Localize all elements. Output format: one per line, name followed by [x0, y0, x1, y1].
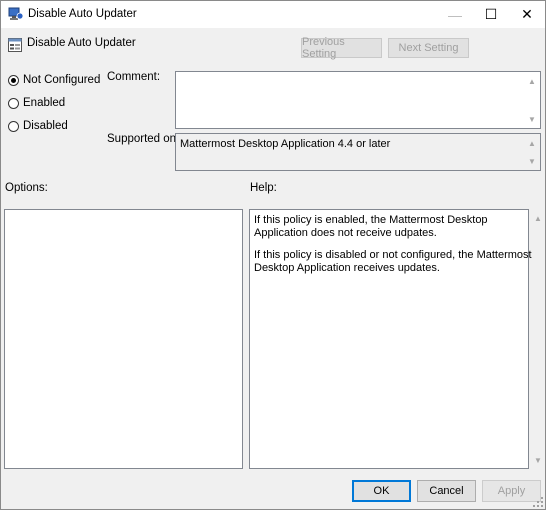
minimize-icon: —: [448, 6, 462, 23]
radio-enabled[interactable]: Enabled: [8, 97, 65, 109]
radio-button-icon[interactable]: [8, 74, 19, 86]
app-icon: [8, 7, 24, 20]
supported-on-field: Mattermost Desktop Application 4.4 or la…: [175, 133, 541, 171]
supported-on-label: Supported on:: [107, 133, 180, 145]
scroll-up-icon[interactable]: ▲: [530, 211, 545, 225]
apply-label: Apply: [497, 485, 526, 497]
policy-setting-icon: [8, 38, 22, 52]
maximize-button[interactable]: ☐: [473, 1, 509, 28]
radio-label-enabled: Enabled: [23, 97, 66, 109]
radio-not-configured[interactable]: Not Configured: [8, 74, 100, 86]
help-label: Help:: [250, 182, 277, 194]
window-title: Disable Auto Updater: [28, 8, 137, 20]
policy-name: Disable Auto Updater: [27, 37, 136, 49]
next-setting-label: Next Setting: [398, 42, 459, 54]
maximize-icon: ☐: [484, 6, 498, 22]
title-bar[interactable]: Disable Auto Updater — ☐ ✕: [1, 1, 545, 28]
options-panel: [4, 209, 243, 469]
close-icon: ✕: [521, 6, 533, 22]
comment-scrollbar[interactable]: ▲ ▼: [524, 72, 540, 128]
options-label: Options:: [5, 182, 48, 194]
minimize-button[interactable]: —: [437, 1, 473, 28]
scroll-up-icon[interactable]: ▲: [524, 136, 540, 150]
comment-label: Comment:: [107, 71, 161, 83]
next-setting-button[interactable]: Next Setting: [388, 38, 469, 58]
radio-button-icon[interactable]: [8, 97, 19, 109]
ok-label: OK: [373, 485, 390, 497]
previous-setting-label: Previous Setting: [302, 36, 345, 60]
help-paragraph: If this policy is disabled or not config…: [254, 249, 532, 274]
scroll-down-icon[interactable]: ▼: [524, 112, 540, 126]
radio-disabled[interactable]: Disabled: [8, 120, 68, 132]
radio-button-icon[interactable]: [8, 120, 19, 132]
cancel-label: Cancel: [429, 485, 464, 497]
help-paragraph: If this policy is enabled, the Mattermos…: [254, 214, 488, 239]
radio-label-not-configured: Not Configured: [23, 74, 101, 86]
scroll-down-icon[interactable]: ▼: [530, 453, 545, 467]
close-button[interactable]: ✕: [509, 1, 545, 28]
supported-on-value: Mattermost Desktop Application 4.4 or la…: [180, 138, 391, 150]
cancel-button[interactable]: Cancel: [417, 480, 476, 502]
radio-label-disabled: Disabled: [23, 120, 68, 132]
radio-selected-dot: [11, 77, 16, 83]
help-panel: If this policy is enabled, the Mattermos…: [249, 209, 532, 469]
comment-field[interactable]: ▲ ▼: [175, 71, 541, 129]
size-grip-icon[interactable]: [533, 497, 543, 507]
help-scrollbar[interactable]: ▲ ▼: [530, 209, 545, 469]
policy-dialog-window: Disable Auto Updater — ☐ ✕ Disable Auto …: [0, 0, 546, 510]
scroll-down-icon[interactable]: ▼: [524, 154, 540, 168]
ok-button[interactable]: OK: [352, 480, 411, 502]
scroll-up-icon[interactable]: ▲: [524, 74, 540, 88]
previous-setting-button[interactable]: Previous Setting: [301, 36, 382, 60]
help-text: If this policy is enabled, the Mattermos…: [254, 214, 532, 284]
supported-scrollbar[interactable]: ▲ ▼: [524, 134, 540, 170]
